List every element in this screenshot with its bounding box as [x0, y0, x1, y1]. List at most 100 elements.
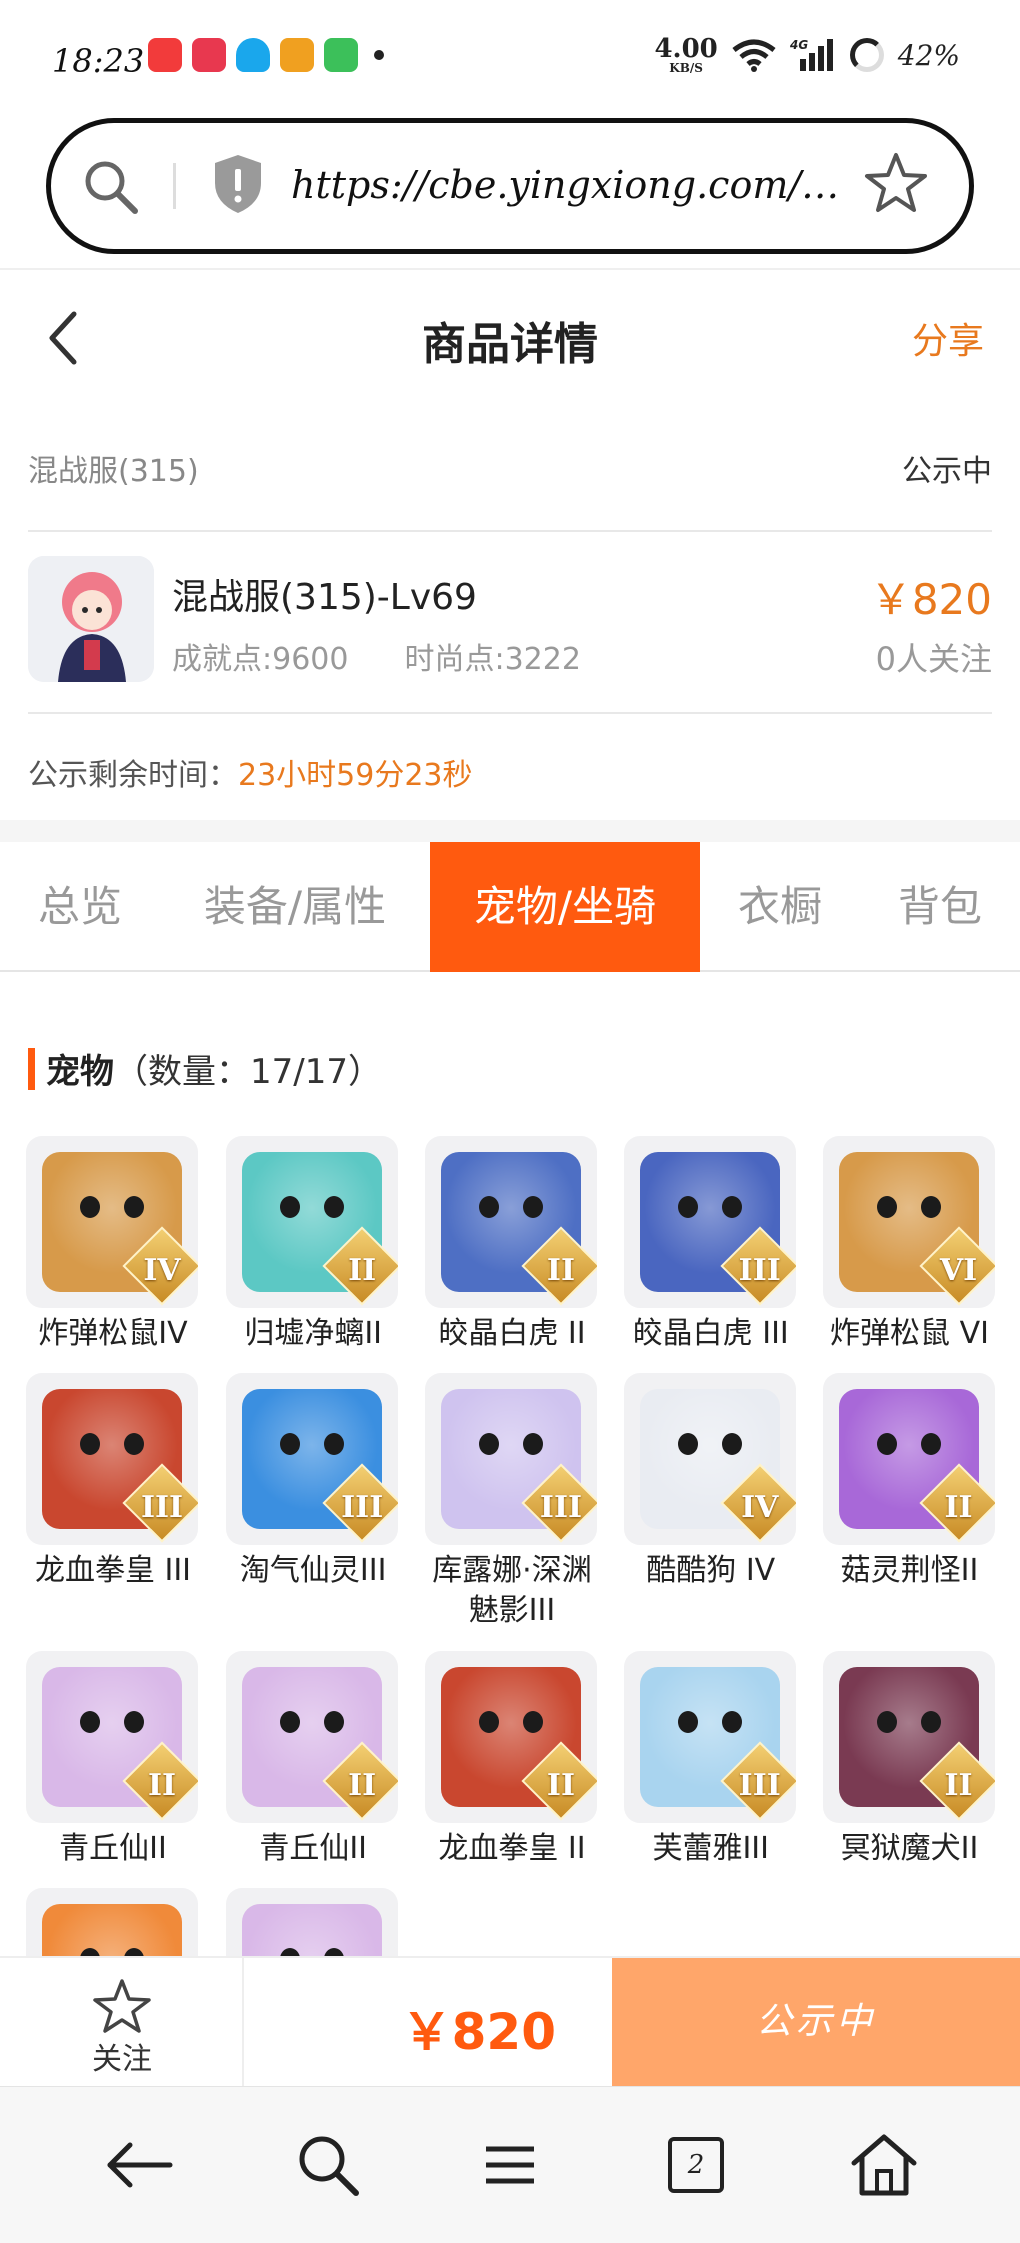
pet-image: II: [822, 1373, 995, 1546]
pet-grade: III: [539, 1490, 583, 1526]
search-icon[interactable]: [288, 2125, 368, 2205]
bookmark-star-icon[interactable]: [863, 151, 929, 217]
page: 18:23 4.00 KB/S 4G 42% https://cbe.yingx…: [0, 0, 1020, 2243]
signal-icon: 4G: [790, 38, 833, 71]
pet-grade: II: [546, 1253, 575, 1288]
url-text[interactable]: https://cbe.yingxiong.com/…: [291, 163, 839, 207]
share-button[interactable]: 分享: [912, 312, 984, 364]
divider: [28, 712, 992, 714]
item-stats: 成就点:9600 时尚点:3222: [172, 634, 581, 678]
tab-pets-mounts[interactable]: 宠物/坐骑: [430, 842, 700, 972]
pet-eyes: [478, 1196, 543, 1218]
pet-image: III: [26, 1373, 198, 1546]
pet-eyes: [280, 1433, 345, 1456]
pet-grade: IV: [143, 1253, 181, 1288]
pet-image: II: [424, 1650, 597, 1823]
divider: [28, 530, 992, 532]
pet-name: 芙蕾雅III: [652, 1830, 769, 1866]
status-bar: 18:23 4.00 KB/S 4G 42%: [0, 0, 1020, 116]
detail-tabs: 总览 装备/属性 宠物/坐骑 衣橱 背包: [0, 842, 1020, 972]
pet-name: 皎晶白虎 III: [632, 1316, 789, 1351]
server-name: 混战服(315): [28, 454, 199, 489]
pet-image: II: [822, 1650, 995, 1823]
pet-name: 青丘仙II: [59, 1830, 167, 1866]
pet-image: IV: [623, 1373, 796, 1546]
pet-eyes: [478, 1433, 543, 1456]
home-icon[interactable]: [844, 2125, 924, 2205]
back-icon[interactable]: [100, 2125, 180, 2205]
pet-grade: II: [546, 1767, 575, 1803]
page-header: 商品详情 分享: [0, 270, 1020, 400]
countdown: 公示剩余时间：23小时59分23秒: [28, 750, 473, 794]
pet-name: 龙血拳皇 II: [438, 1830, 586, 1866]
pet-name: 冥狱魔犬II: [840, 1830, 979, 1866]
pet-grade: III: [140, 1490, 184, 1526]
pet-image: III: [623, 1136, 796, 1308]
pet-grade: VI: [939, 1253, 978, 1288]
character-portrait-icon: [28, 556, 154, 682]
follower-count: 0人关注: [875, 640, 992, 678]
browser-nav-bar: 2: [0, 2086, 1020, 2243]
section-gap: [0, 820, 1020, 842]
app-red-icon: [148, 38, 182, 72]
pet-eyes: [478, 1710, 543, 1733]
pet-name: 菇灵荆怪II: [840, 1553, 979, 1589]
section-accent-bar: [28, 1048, 35, 1090]
browser-url-bar[interactable]: https://cbe.yingxiong.com/…: [46, 118, 974, 254]
pet-eyes: [80, 1433, 144, 1456]
pet-eyes: [280, 1948, 345, 1956]
follow-button[interactable]: 关注: [0, 1958, 244, 2088]
status-time: 18:23: [52, 42, 145, 80]
app-heart-icon: [192, 38, 226, 72]
status-right: 4.00 KB/S 4G 42%: [654, 36, 960, 74]
section-name: 宠物: [46, 1052, 114, 1092]
pet-count: （数量：17/17）: [114, 1052, 382, 1092]
tab-overview[interactable]: 总览: [0, 842, 160, 972]
character-avatar: [28, 556, 154, 682]
pet-eyes: [80, 1948, 144, 1956]
pet-eyes: [876, 1433, 941, 1456]
pet-name: 炸弹松鼠IV: [38, 1316, 188, 1351]
search-icon[interactable]: [81, 157, 141, 217]
menu-icon[interactable]: [470, 2125, 550, 2205]
pet-grade: IV: [741, 1490, 779, 1526]
status-button[interactable]: 公示中: [612, 1958, 1020, 2086]
shield-icon[interactable]: [211, 153, 265, 215]
pet-image: II: [226, 1136, 399, 1308]
action-bar: 关注 ￥820 公示中: [0, 1956, 1020, 2088]
countdown-value: 23小时59分23秒: [238, 758, 473, 793]
item-summary: 混战服(315)-Lv69 成就点:9600 时尚点:3222 ￥820 0人关注: [28, 556, 992, 686]
bottom-price: ￥820: [401, 2003, 556, 2061]
fashion-points: 时尚点:3222: [404, 642, 581, 677]
tabs-icon[interactable]: 2: [668, 2137, 748, 2217]
pet-image: II: [226, 1650, 399, 1823]
item-title: 混战服(315)-Lv69: [172, 577, 477, 618]
pet-name: 青丘仙II: [259, 1830, 368, 1866]
pet-name: 炸弹松鼠 VI: [830, 1316, 989, 1351]
pet-grade: II: [147, 1767, 177, 1803]
pet-eyes: [280, 1196, 345, 1218]
notification-dot: [374, 50, 384, 60]
server-row: 混战服(315) 公示中: [28, 420, 992, 510]
pet-name: 库露娜·深渊魅影III: [432, 1553, 592, 1629]
tab-wardrobe[interactable]: 衣橱: [700, 842, 860, 972]
pet-eyes: [677, 1196, 742, 1218]
tab-equipment[interactable]: 装备/属性: [160, 842, 430, 972]
battery-level: 42%: [897, 38, 960, 72]
battery-icon: [849, 38, 884, 72]
app-orange-icon: [280, 38, 314, 72]
listing-status: 公示中: [902, 454, 992, 489]
url-separator: [173, 163, 176, 209]
app-green-icon: [324, 38, 358, 72]
follow-label: 关注: [92, 2042, 152, 2077]
status-app-icons: [148, 38, 384, 72]
pet-grade: II: [348, 1253, 377, 1288]
pet-image: VI: [822, 1136, 995, 1308]
pet-image: [26, 1888, 198, 1956]
star-icon: [93, 1979, 151, 2033]
countdown-label: 公示剩余时间：: [28, 758, 238, 793]
pet-grid: IV 炸弹松鼠IV II 归墟净螭II II 皎晶白虎 II III 皎晶白虎 III VI 炸弹…: [26, 1136, 1006, 1956]
svg-text:4G: 4G: [790, 38, 808, 52]
tab-backpack[interactable]: 背包: [860, 842, 1020, 972]
pet-eyes: [80, 1196, 144, 1218]
